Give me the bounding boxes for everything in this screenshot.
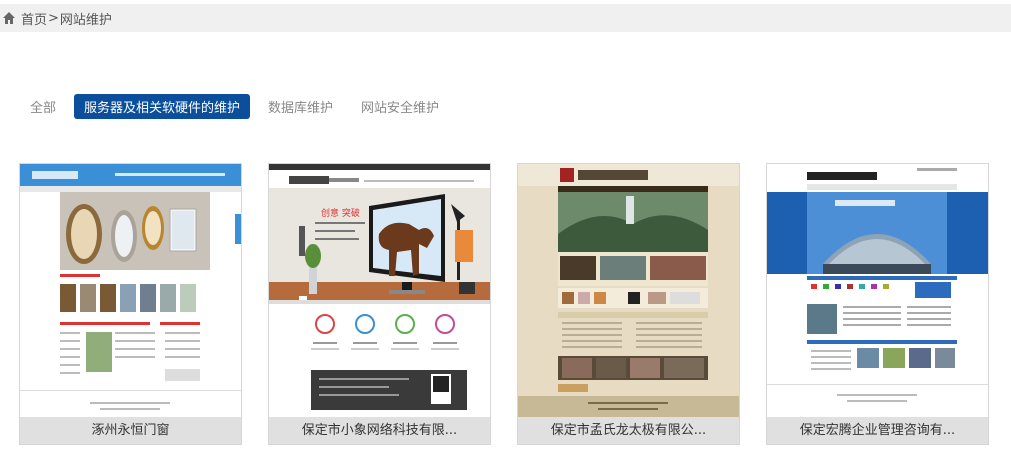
tab-all[interactable]: 全部 — [20, 94, 66, 119]
portfolio-card[interactable]: 保定市孟氏龙太极有限公... — [517, 163, 740, 445]
tab-database-maintenance[interactable]: 数据库维护 — [258, 94, 343, 119]
home-icon[interactable] — [2, 11, 16, 25]
tab-security-maintenance[interactable]: 网站安全维护 — [351, 94, 449, 119]
portfolio-card[interactable]: 涿州永恒门窗 — [19, 163, 242, 445]
card-title[interactable]: 保定市孟氏龙太极有限公... — [518, 417, 739, 444]
site-preview-image[interactable]: 创意 突破 — [269, 164, 490, 417]
breadcrumb-separator: > — [48, 10, 59, 26]
breadcrumb-current: 网站维护 — [59, 12, 112, 28]
site-preview-image[interactable] — [20, 164, 241, 417]
category-tabs: 全部 服务器及相关软硬件的维护 数据库维护 网站安全维护 — [20, 94, 457, 119]
breadcrumb: 首页 > 网站维护 — [0, 4, 1011, 32]
portfolio-card[interactable]: 保定宏腾企业管理咨询有... — [766, 163, 989, 445]
portfolio-card[interactable]: 创意 突破 保定市小象网络科技有限... — [268, 163, 491, 445]
site-preview-image[interactable] — [518, 164, 739, 417]
svg-text:创意 突破: 创意 突破 — [321, 207, 360, 219]
site-preview-image[interactable] — [767, 164, 988, 417]
tab-server-maintenance[interactable]: 服务器及相关软硬件的维护 — [74, 94, 251, 119]
card-title[interactable]: 保定市小象网络科技有限... — [269, 417, 490, 444]
breadcrumb-home-link[interactable]: 首页 — [21, 9, 47, 28]
card-title[interactable]: 保定宏腾企业管理咨询有... — [767, 417, 988, 444]
card-title[interactable]: 涿州永恒门窗 — [20, 417, 241, 444]
